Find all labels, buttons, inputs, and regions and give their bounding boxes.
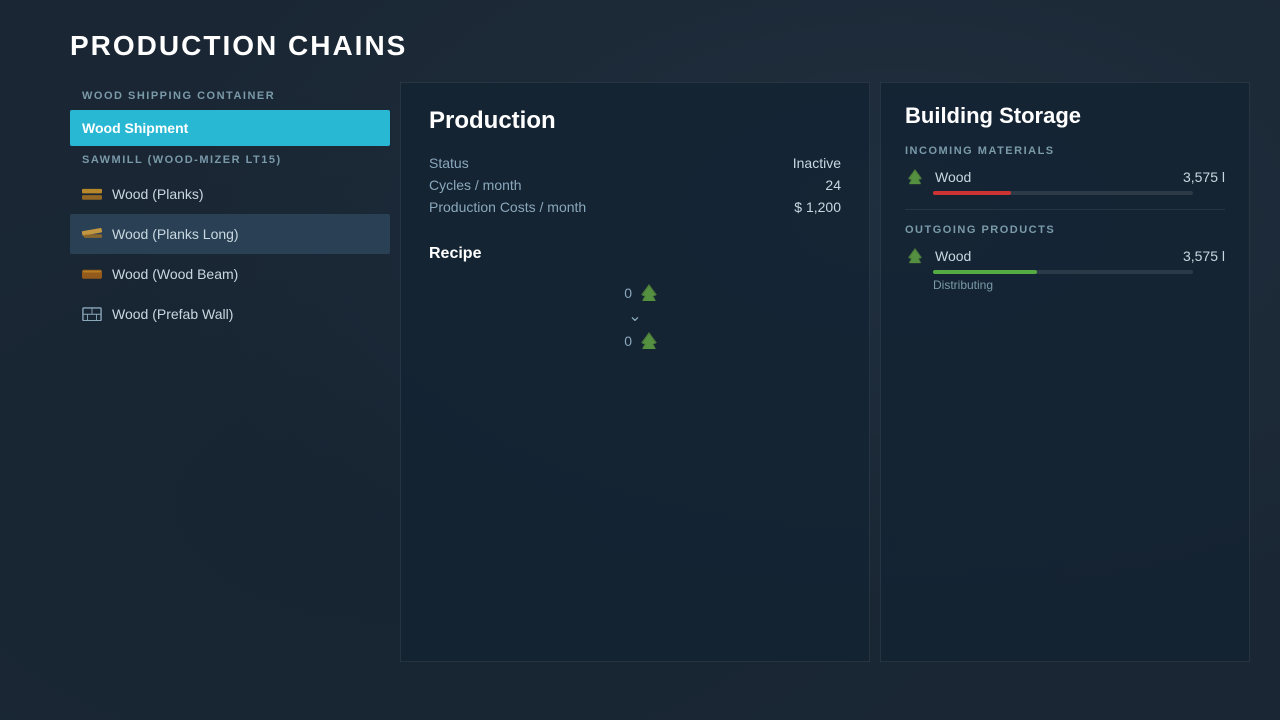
sidebar-item-label: Wood (Prefab Wall) xyxy=(112,306,233,322)
recipe-arrow: ⌄ xyxy=(628,309,641,325)
status-value: Inactive xyxy=(793,155,841,171)
sidebar-item-label: Wood (Planks Long) xyxy=(112,226,239,242)
recipe-input: 0 xyxy=(612,283,658,303)
incoming-item-name: Wood xyxy=(935,169,1173,185)
recipe-output: 0 xyxy=(612,331,658,351)
content-row: WOOD SHIPPING CONTAINER Wood Shipment SA… xyxy=(70,82,1250,690)
building-storage-title: Building Storage xyxy=(905,103,1225,129)
outgoing-item-value: 3,575 l xyxy=(1183,248,1225,264)
sidebar-item-wood-shipment[interactable]: Wood Shipment xyxy=(70,110,390,146)
costs-value: $ 1,200 xyxy=(794,199,841,215)
tree-icon-output xyxy=(640,331,658,351)
costs-row: Production Costs / month $ 1,200 xyxy=(429,199,841,215)
status-row: Status Inactive xyxy=(429,155,841,171)
tree-icon-outgoing xyxy=(905,246,925,266)
main-layout: PRODUCTION CHAINS WOOD SHIPPING CONTAINE… xyxy=(0,0,1280,720)
outgoing-bar-row: Distributing xyxy=(933,270,1225,292)
sidebar-item-wood-planks[interactable]: Wood (Planks) xyxy=(70,174,390,214)
middle-panel: Production Status Inactive Cycles / mont… xyxy=(400,82,870,662)
sidebar-item-wood-beam[interactable]: Wood (Wood Beam) xyxy=(70,254,390,294)
incoming-header: INCOMING MATERIALS xyxy=(905,145,1225,157)
cycles-value: 24 xyxy=(825,177,841,193)
right-panel: Building Storage INCOMING MATERIALS Wood… xyxy=(880,82,1250,662)
tree-icon-incoming xyxy=(905,167,925,187)
beam-icon xyxy=(82,264,102,284)
incoming-bar-fill xyxy=(933,191,1011,195)
section-header-shipping: WOOD SHIPPING CONTAINER xyxy=(70,82,390,110)
tree-icon-input xyxy=(640,283,658,303)
cycles-row: Cycles / month 24 xyxy=(429,177,841,193)
recipe-input-count: 0 xyxy=(612,285,632,301)
incoming-bar-row xyxy=(933,191,1225,195)
sidebar-item-label: Wood (Wood Beam) xyxy=(112,266,238,282)
plank-icon xyxy=(82,184,102,204)
left-panel: WOOD SHIPPING CONTAINER Wood Shipment SA… xyxy=(70,82,390,334)
recipe-area: 0 ⌄ 0 xyxy=(429,283,841,351)
status-label: Status xyxy=(429,155,469,171)
incoming-item-value: 3,575 l xyxy=(1183,169,1225,185)
wall-icon xyxy=(82,304,102,324)
production-info: Status Inactive Cycles / month 24 Produc… xyxy=(429,155,841,215)
sidebar-item-wood-prefab-wall[interactable]: Wood (Prefab Wall) xyxy=(70,294,390,334)
page-title: PRODUCTION CHAINS xyxy=(70,30,1250,62)
plank-long-icon xyxy=(82,224,102,244)
outgoing-status: Distributing xyxy=(933,278,1225,292)
recipe-output-count: 0 xyxy=(612,333,632,349)
outgoing-bar-fill xyxy=(933,270,1037,274)
outgoing-item-0: Wood 3,575 l xyxy=(905,246,1225,266)
sidebar-item-label: Wood Shipment xyxy=(82,120,188,136)
incoming-bar xyxy=(933,191,1193,195)
incoming-item-0: Wood 3,575 l xyxy=(905,167,1225,187)
outgoing-bar xyxy=(933,270,1193,274)
costs-label: Production Costs / month xyxy=(429,199,586,215)
production-title: Production xyxy=(429,107,841,135)
sidebar-item-wood-planks-long[interactable]: Wood (Planks Long) xyxy=(70,214,390,254)
section-divider xyxy=(905,209,1225,210)
sidebar-item-label: Wood (Planks) xyxy=(112,186,204,202)
outgoing-item-name: Wood xyxy=(935,248,1173,264)
outgoing-header: OUTGOING PRODUCTS xyxy=(905,224,1225,236)
recipe-title: Recipe xyxy=(429,245,841,263)
section-header-sawmill: SAWMILL (WOOD-MIZER LT15) xyxy=(70,146,390,174)
cycles-label: Cycles / month xyxy=(429,177,522,193)
